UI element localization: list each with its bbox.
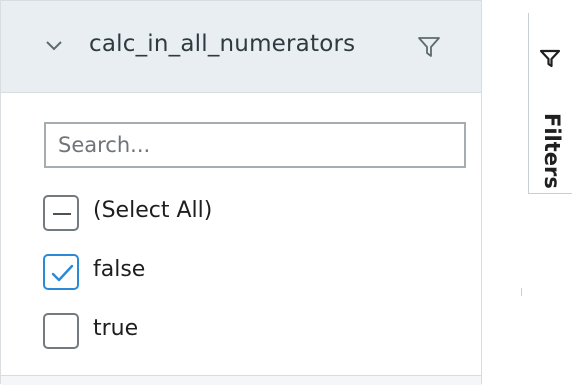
filter-icon[interactable]	[417, 36, 441, 58]
filter-option-true[interactable]: true	[43, 313, 463, 351]
indeterminate-icon	[53, 213, 71, 215]
filters-side-tab[interactable]: Filters	[528, 13, 572, 194]
filter-column-name: calc_in_all_numerators	[89, 31, 356, 57]
checkmark-icon	[51, 264, 74, 282]
divider	[521, 288, 522, 296]
true-checkbox[interactable]	[43, 313, 79, 349]
filter-icon	[539, 49, 561, 68]
select-all-label: (Select All)	[93, 198, 213, 223]
false-option-label: false	[93, 257, 146, 282]
filter-search-input[interactable]	[44, 122, 466, 168]
filters-tab-label: Filters	[540, 113, 564, 189]
filter-group-header[interactable]: calc_in_all_numerators	[1, 0, 482, 93]
filter-option-false[interactable]: false	[43, 254, 463, 292]
false-checkbox[interactable]	[43, 254, 79, 290]
true-option-label: true	[93, 316, 139, 341]
chevron-down-icon[interactable]	[45, 39, 63, 53]
filter-panel: calc_in_all_numerators (Select All) fals…	[0, 0, 482, 385]
select-all-option[interactable]: (Select All)	[43, 195, 463, 233]
select-all-checkbox[interactable]	[43, 195, 79, 231]
